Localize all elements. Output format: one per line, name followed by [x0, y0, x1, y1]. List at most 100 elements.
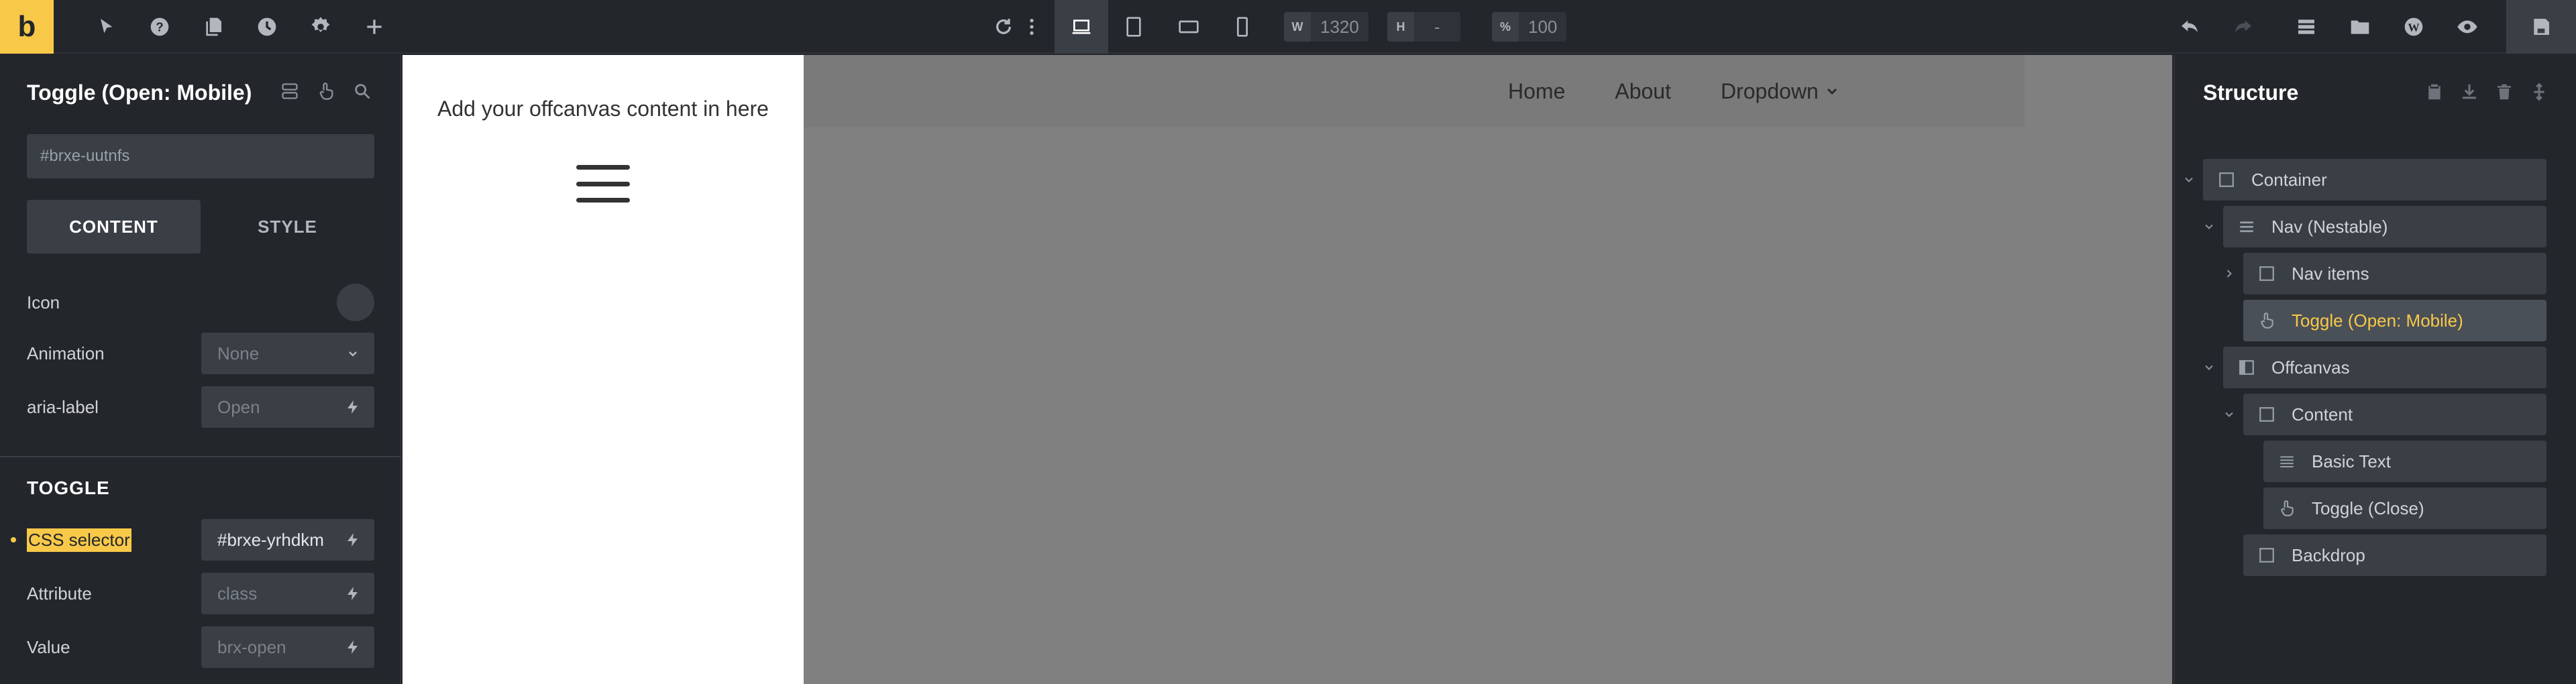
clipboard-icon[interactable]: [2424, 82, 2445, 102]
structure-item-label: Toggle (Close): [2312, 498, 2424, 518]
hamburger-menu-icon[interactable]: [576, 165, 630, 203]
width-field[interactable]: W 1320: [1284, 12, 1368, 42]
preview-eye-icon[interactable]: [2453, 12, 2482, 42]
help-icon[interactable]: ?: [145, 12, 174, 42]
width-value[interactable]: 1320: [1311, 12, 1368, 42]
search-icon[interactable]: [352, 80, 373, 102]
icon-picker[interactable]: [337, 284, 374, 321]
css-selector-input[interactable]: #brxe-yrhdkm: [201, 519, 374, 561]
nav-link-dropdown[interactable]: Dropdown: [1721, 79, 1840, 104]
expand-caret-icon[interactable]: [2220, 265, 2238, 282]
dynamic-data-icon[interactable]: [345, 585, 361, 602]
structure-item-backdrop[interactable]: Backdrop: [2243, 534, 2546, 576]
tablet-portrait-icon[interactable]: [1119, 12, 1148, 42]
structure-title: Structure: [2203, 80, 2299, 105]
trash-icon[interactable]: [2494, 82, 2514, 102]
structure-item-toggle-close[interactable]: Toggle (Close): [2263, 488, 2546, 529]
panel-title-actions: [279, 80, 373, 102]
structure-item-nav-items[interactable]: Nav items: [2243, 253, 2546, 294]
history-icon[interactable]: [252, 12, 282, 42]
bricks-logo[interactable]: b: [0, 0, 54, 54]
aria-label-label: aria-label: [27, 396, 99, 417]
structure-item-offcanvas[interactable]: Offcanvas: [2223, 347, 2546, 388]
structure-item-content[interactable]: Content: [2243, 394, 2546, 435]
save-icon[interactable]: [2506, 0, 2576, 54]
hand-icon: [2278, 500, 2296, 517]
height-label: H: [1387, 12, 1414, 42]
zoom-label: %: [1492, 12, 1519, 42]
zoom-value[interactable]: 100: [1519, 12, 1567, 42]
download-icon[interactable]: [2459, 82, 2479, 102]
attribute-placeholder: class: [217, 583, 258, 604]
desktop-breakpoint-icon[interactable]: [1055, 0, 1108, 54]
folder-icon[interactable]: [2345, 12, 2375, 42]
attribute-input[interactable]: class: [201, 573, 374, 614]
undo-icon[interactable]: [2175, 12, 2204, 42]
value-label: Value: [27, 636, 70, 657]
refresh-icon[interactable]: [989, 12, 1018, 42]
dynamic-data-icon[interactable]: [345, 639, 361, 655]
collapse-caret-icon[interactable]: [2220, 406, 2238, 423]
collapse-caret-icon[interactable]: [2180, 171, 2198, 188]
structure-item-toggle-open-mobile[interactable]: Toggle (Open: Mobile): [2243, 300, 2546, 341]
more-vertical-icon[interactable]: [1018, 12, 1045, 42]
icon-label: Icon: [27, 292, 60, 312]
pages-icon[interactable]: [199, 12, 228, 42]
chevron-down-icon: [1827, 88, 1837, 95]
nav-link-home[interactable]: Home: [1508, 79, 1565, 104]
square-icon: [2258, 547, 2275, 564]
tab-content[interactable]: CONTENT: [27, 200, 201, 253]
add-element-icon[interactable]: [360, 12, 389, 42]
animation-value: None: [217, 343, 260, 363]
wordpress-icon[interactable]: W: [2399, 12, 2428, 42]
aria-label-control: aria-label Open: [27, 386, 374, 428]
structure-item-label: Nav items: [2292, 263, 2369, 284]
presets-icon[interactable]: [279, 80, 301, 102]
structure-item-label: Content: [2292, 404, 2353, 424]
zoom-field[interactable]: % 100: [1492, 12, 1567, 42]
square-icon: [2218, 171, 2235, 188]
aria-label-input[interactable]: Open: [201, 386, 374, 428]
settings-icon[interactable]: [306, 12, 335, 42]
structure-item-nav-nestable[interactable]: Nav (Nestable): [2223, 206, 2546, 247]
hand-pointer-icon[interactable]: [315, 80, 337, 102]
value-input[interactable]: brx-open: [201, 626, 374, 668]
animation-select[interactable]: None: [201, 333, 374, 374]
dynamic-data-icon[interactable]: [345, 532, 361, 548]
nav-bar: Home About Dropdown: [804, 55, 2025, 127]
aria-label-placeholder: Open: [217, 396, 260, 417]
svg-text:?: ?: [156, 20, 163, 34]
menu-icon: [2238, 218, 2255, 235]
structure-item-label: Basic Text: [2312, 451, 2392, 471]
collapse-caret-icon[interactable]: [2200, 218, 2218, 235]
nav-link-about[interactable]: About: [1615, 79, 1671, 104]
collapse-caret-icon[interactable]: [2200, 359, 2218, 376]
structure-item-label: Backdrop: [2292, 545, 2365, 565]
offcanvas-panel[interactable]: Add your offcanvas content in here: [402, 55, 804, 684]
top-toolbar: b ? W 1320 H - % 100 W: [0, 0, 2576, 54]
tablet-landscape-icon[interactable]: [1174, 12, 1203, 42]
animation-control: Animation None: [27, 333, 374, 374]
css-selector-control: CSS selector #brxe-yrhdkm: [27, 519, 374, 561]
cursor-icon[interactable]: [91, 12, 121, 42]
builder-canvas[interactable]: Add your offcanvas content in here Home …: [402, 55, 2172, 684]
mobile-icon[interactable]: [1228, 12, 1257, 42]
panel-title: Toggle (Open: Mobile): [27, 80, 252, 105]
tab-style[interactable]: STYLE: [201, 200, 374, 253]
value-placeholder: brx-open: [217, 636, 286, 657]
panel-tabs: CONTENT STYLE: [27, 200, 374, 253]
height-value[interactable]: -: [1414, 12, 1460, 42]
expand-icon[interactable]: [2529, 82, 2549, 102]
structure-item-label: Toggle (Open: Mobile): [2292, 310, 2463, 331]
redo-icon[interactable]: [2229, 12, 2258, 42]
offcanvas-text[interactable]: Add your offcanvas content in here: [402, 97, 804, 121]
dynamic-data-icon[interactable]: [345, 399, 361, 415]
structure-item-container[interactable]: Container: [2203, 159, 2546, 201]
height-field[interactable]: H -: [1387, 12, 1460, 42]
element-id-field[interactable]: #brxe-uutnfs: [27, 134, 374, 178]
structure-item-basic-text[interactable]: Basic Text: [2263, 441, 2546, 482]
svg-text:W: W: [2408, 21, 2420, 34]
width-label: W: [1284, 12, 1311, 42]
icon-control: Icon: [27, 282, 374, 323]
templates-icon[interactable]: [2292, 12, 2321, 42]
